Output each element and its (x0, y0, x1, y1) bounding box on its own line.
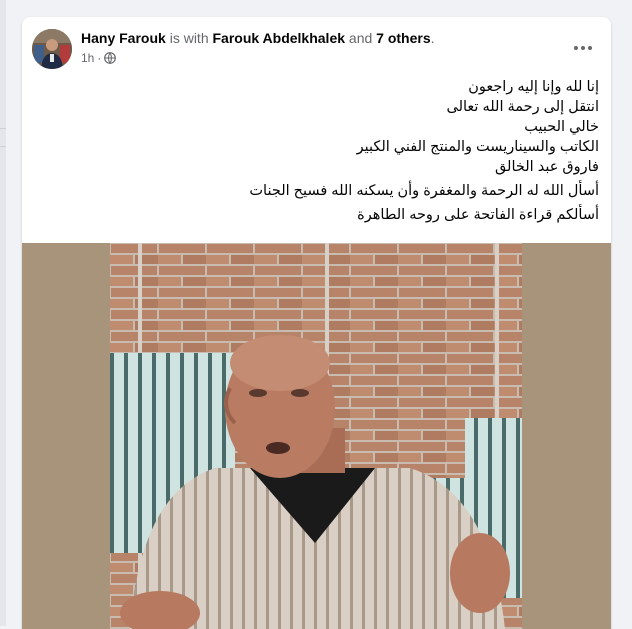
tagged-person-link[interactable]: Farouk Abdelkhalek (213, 30, 346, 46)
post-text-line: فاروق عبد الخالق (494, 159, 599, 175)
post-subline: 1h · (81, 51, 435, 65)
with-label: is with (169, 30, 209, 46)
photo-of-man (110, 243, 522, 629)
post-card: Hany Farouk is with Farouk Abdelkhalek a… (22, 17, 611, 629)
post-media[interactable] (22, 243, 611, 629)
post-text-line: الكاتب والسيناريست والمنتج الفني الكبير (356, 139, 599, 155)
globe-icon[interactable] (104, 52, 117, 64)
more-options-button[interactable] (565, 33, 601, 63)
post-header: Hany Farouk is with Farouk Abdelkhalek a… (22, 17, 611, 77)
post-meta: Hany Farouk is with Farouk Abdelkhalek a… (81, 30, 435, 65)
others-link[interactable]: 7 others (376, 30, 430, 46)
panel-divider (0, 146, 6, 147)
avatar-image (32, 29, 72, 69)
post-attribution: Hany Farouk is with Farouk Abdelkhalek a… (81, 30, 435, 46)
more-horizontal-icon (574, 46, 592, 50)
post-text-line: أسألكم قراءة الفاتحة على روحه الطاهرة (357, 207, 599, 223)
author-name[interactable]: Hany Farouk (81, 30, 166, 46)
post-photo[interactable] (110, 243, 522, 629)
attribution-period: . (430, 30, 435, 46)
post-text: إنا لله وإنا إليه راجعون انتقل إلى رحمة … (39, 77, 599, 225)
dot-separator: · (97, 51, 102, 65)
post-text-line: انتقل إلى رحمة الله تعالى (446, 99, 600, 115)
post-text-line: أسأل الله له الرحمة والمغفرة وأن يسكنه ا… (249, 183, 599, 199)
panel-divider (0, 128, 6, 129)
post-text-line: إنا لله وإنا إليه راجعون (468, 79, 599, 95)
post-text-line: خالي الحبيب (524, 119, 599, 135)
background-panel-edge (0, 0, 6, 626)
author-avatar[interactable] (32, 29, 72, 69)
post-timestamp[interactable]: 1h (81, 51, 94, 65)
and-label: and (348, 30, 373, 46)
